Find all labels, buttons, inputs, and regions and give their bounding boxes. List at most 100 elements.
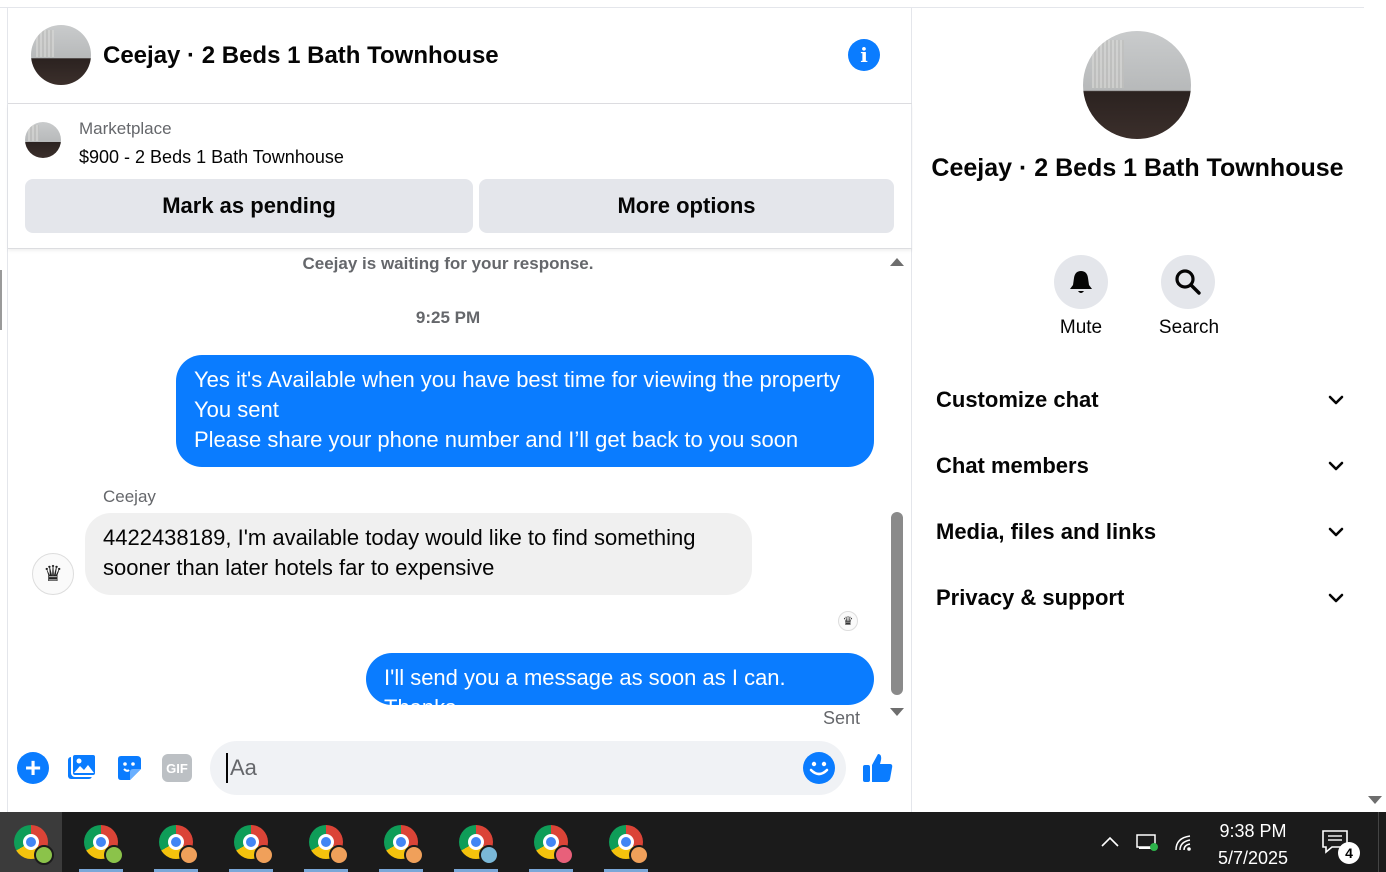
message-list: Ceejay is waiting for your response. 9:2… xyxy=(8,250,912,730)
taskbar-app-chrome[interactable] xyxy=(370,812,432,872)
message-line: You sent xyxy=(194,397,279,422)
plus-icon[interactable]: + xyxy=(17,752,49,784)
mute-label: Mute xyxy=(1059,317,1103,338)
listing-title[interactable]: $900 - 2 Beds 1 Bath Townhouse xyxy=(79,147,344,168)
message-input-container[interactable] xyxy=(210,741,846,795)
chrome-icon xyxy=(309,825,349,865)
section-customize-chat[interactable]: Customize chat xyxy=(936,380,1346,420)
show-desktop-button[interactable] xyxy=(1378,812,1386,872)
message-line: Please share your phone number and I’ll … xyxy=(194,427,799,452)
like-icon[interactable] xyxy=(860,750,896,786)
taskbar-app-chrome[interactable] xyxy=(445,812,507,872)
section-privacy-support[interactable]: Privacy & support xyxy=(936,578,1346,618)
section-label: Customize chat xyxy=(936,387,1099,412)
notification-count-badge: 4 xyxy=(1338,842,1360,864)
marketplace-label: Marketplace xyxy=(79,119,172,138)
conversation-details-panel: Ceejay · 2 Beds 1 Bath Townhouse Mute Se… xyxy=(913,8,1364,812)
taskbar-app-chrome[interactable] xyxy=(70,812,132,872)
left-edge-handle xyxy=(0,270,3,330)
message-line: 4422438189, I'm available today would li… xyxy=(103,525,696,550)
section-label: Privacy & support xyxy=(936,585,1125,610)
chrome-icon xyxy=(159,825,199,865)
scroll-down-arrow-icon[interactable] xyxy=(1368,796,1382,804)
incoming-message[interactable]: 4422438189, I'm available today would li… xyxy=(85,513,752,595)
chrome-icon xyxy=(84,825,124,865)
section-label: Chat members xyxy=(936,453,1089,478)
chevron-down-icon xyxy=(1326,588,1346,608)
chat-avatar[interactable] xyxy=(31,25,91,85)
profile-badge-icon xyxy=(554,845,574,865)
notification-center-button[interactable]: 4 xyxy=(1320,828,1364,864)
sender-name: Ceejay xyxy=(103,487,156,506)
search-icon xyxy=(1175,269,1201,295)
panel-avatar[interactable] xyxy=(1083,31,1191,139)
chat-header: Ceejay · 2 Beds 1 Bath Townhouse i xyxy=(8,8,912,104)
profile-badge-icon xyxy=(629,845,649,865)
clock-date: 5/7/2025 xyxy=(1217,848,1289,868)
message-input[interactable] xyxy=(226,753,786,783)
profile-badge-icon xyxy=(404,845,424,865)
chat-window: Ceejay · 2 Beds 1 Bath Townhouse i Marke… xyxy=(7,8,912,812)
scroll-up-arrow-icon[interactable] xyxy=(890,258,904,266)
chrome-icon xyxy=(609,825,649,865)
sent-status: Sent xyxy=(823,708,861,728)
profile-badge-icon xyxy=(104,845,124,865)
waiting-notice: Ceejay is waiting for your response. xyxy=(302,254,594,273)
listing-thumbnail[interactable] xyxy=(25,122,61,158)
scroll-down-arrow-icon[interactable] xyxy=(890,708,904,716)
emoji-icon[interactable] xyxy=(803,752,835,784)
page: Ceejay · 2 Beds 1 Bath Townhouse i Marke… xyxy=(0,0,1386,872)
taskbar-app-chrome[interactable] xyxy=(595,812,657,872)
window-scrollbar[interactable] xyxy=(1364,0,1386,812)
chrome-icon xyxy=(459,825,499,865)
chrome-icon xyxy=(534,825,574,865)
section-label: Media, files and links xyxy=(936,519,1157,544)
chat-title[interactable]: Ceejay · 2 Beds 1 Bath Townhouse xyxy=(103,42,499,70)
profile-badge-icon xyxy=(34,845,54,865)
search-label: Search xyxy=(1158,317,1220,338)
section-chat-members[interactable]: Chat members xyxy=(936,446,1346,486)
info-icon[interactable]: i xyxy=(848,39,880,71)
clock-time: 9:38 PM xyxy=(1219,821,1287,841)
taskbar: 9:38 PM 5/7/2025 4 xyxy=(0,812,1386,872)
scrollbar-thumb[interactable] xyxy=(891,512,903,695)
taskbar-app-chrome[interactable] xyxy=(220,812,282,872)
mute-button[interactable] xyxy=(1054,255,1108,309)
message-line: sooner than later hotels far to expensiv… xyxy=(103,555,495,580)
section-media-files-links[interactable]: Media, files and links xyxy=(936,512,1346,552)
taskbar-app-chrome[interactable] xyxy=(0,812,62,872)
photo-icon[interactable] xyxy=(66,752,98,784)
outgoing-message[interactable]: I'll send you a message as soon as I can… xyxy=(366,653,874,720)
clock[interactable]: 9:38 PM 5/7/2025 xyxy=(1210,818,1296,872)
gif-icon[interactable]: GIF xyxy=(161,752,193,784)
chrome-icon xyxy=(14,825,54,865)
show-hidden-icons-chevron-up-icon[interactable] xyxy=(1100,812,1120,872)
bell-icon xyxy=(1070,271,1092,293)
marketplace-banner: Marketplace $900 - 2 Beds 1 Bath Townhou… xyxy=(8,104,912,249)
time-separator: 9:25 PM xyxy=(415,308,481,327)
outgoing-message[interactable]: Yes it's Available when you have best ti… xyxy=(176,355,874,467)
chevron-down-icon xyxy=(1326,456,1346,476)
sticker-icon[interactable] xyxy=(113,752,145,784)
top-edge xyxy=(0,0,1364,8)
more-options-button[interactable]: More options xyxy=(479,179,894,233)
composer: + GIF xyxy=(8,730,912,812)
search-button[interactable] xyxy=(1161,255,1215,309)
taskbar-app-chrome[interactable] xyxy=(145,812,207,872)
profile-badge-icon xyxy=(179,845,199,865)
message-scrollbar[interactable] xyxy=(888,256,906,726)
profile-badge-icon xyxy=(254,845,274,865)
message-line: Yes it's Available when you have best ti… xyxy=(194,367,841,392)
mark-as-pending-button[interactable]: Mark as pending xyxy=(25,179,473,233)
panel-title: Ceejay · 2 Beds 1 Bath Townhouse xyxy=(931,154,1344,182)
battery-network-icon[interactable] xyxy=(1135,812,1161,872)
taskbar-app-chrome[interactable] xyxy=(520,812,582,872)
sender-avatar[interactable]: ♛ xyxy=(32,553,74,595)
taskbar-app-chrome[interactable] xyxy=(295,812,357,872)
profile-badge-icon xyxy=(329,845,349,865)
wifi-icon[interactable] xyxy=(1172,812,1198,872)
profile-badge-icon xyxy=(479,845,499,865)
chevron-down-icon xyxy=(1326,390,1346,410)
chrome-icon xyxy=(384,825,424,865)
read-receipt-avatar: ♛ xyxy=(838,611,858,631)
